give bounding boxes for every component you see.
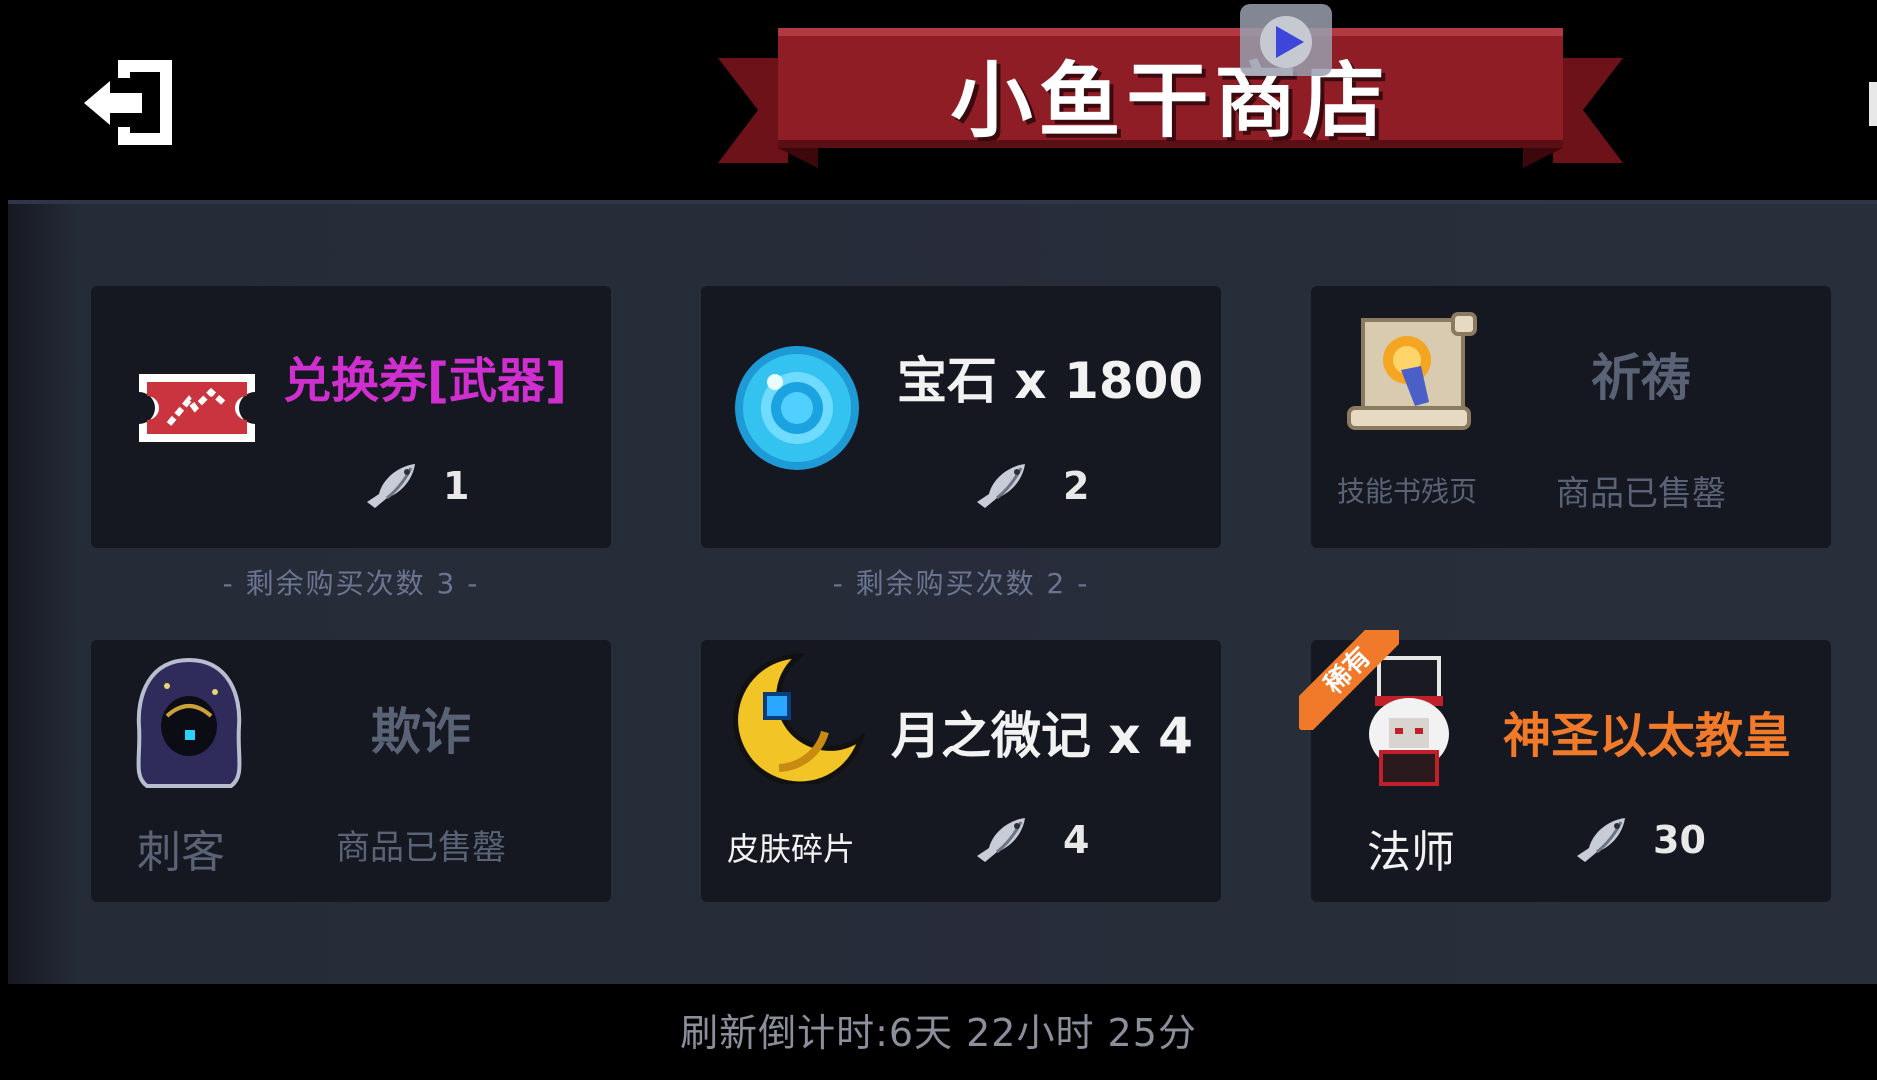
item-title: 月之微记 x 4: [891, 707, 1193, 765]
rare-badge: 稀有: [1299, 630, 1399, 730]
shop-item-weapon-ticket[interactable]: 兑换券[武器] 1: [91, 286, 611, 548]
item-price: 1: [443, 464, 470, 508]
dried-fish-icon: [1577, 818, 1625, 862]
shop-item-moon-shard[interactable]: 月之微记 x 4 皮肤碎片 4: [701, 640, 1221, 902]
remaining-purchases: - 剩余购买次数 3 -: [222, 567, 480, 600]
refresh-countdown: 刷新倒计时:6天 22小时 25分: [680, 1011, 1197, 1055]
exit-door-icon: [84, 60, 172, 145]
weapon-ticket-icon: [139, 374, 255, 442]
dried-fish-icon: [977, 464, 1025, 508]
item-price: 30: [1653, 818, 1706, 862]
shop-panel: 兑换券[武器] 1 - 剩余购买次数 3 - 宝石 x 1800 2 - 剩余购…: [8, 200, 1877, 988]
exit-button[interactable]: [80, 55, 180, 150]
remaining-purchases: - 剩余购买次数 2 -: [832, 567, 1090, 600]
sold-out-status: 商品已售罄: [336, 828, 506, 868]
rare-badge-label: 稀有: [1299, 630, 1399, 730]
crescent-moon-icon: [733, 653, 865, 784]
edge-partial-element: [1869, 82, 1877, 126]
footer-bar: 刷新倒计时:6天 22小时 25分: [0, 984, 1877, 1080]
item-subtitle: 皮肤碎片: [727, 830, 856, 868]
shop-title-banner: 小鱼干商店: [718, 28, 1623, 178]
shop-item-gems[interactable]: 宝石 x 1800 2: [701, 286, 1221, 548]
item-title: 兑换券[武器]: [283, 353, 567, 409]
item-title: 欺诈: [371, 703, 471, 761]
item-title: 祈祷: [1591, 349, 1691, 407]
top-bar: 小鱼干商店: [0, 0, 1877, 198]
blue-gem-icon: [735, 346, 859, 470]
item-title: 神圣以太教皇: [1503, 708, 1792, 764]
sold-out-status: 商品已售罄: [1556, 474, 1726, 514]
shop-item-holy-pope[interactable]: 稀有 神圣以太教皇 法师 30: [1299, 630, 1831, 902]
shop-title: 小鱼干商店: [950, 53, 1391, 149]
shop-item-fraud[interactable]: 欺诈 刺客 商品已售罄: [91, 640, 611, 902]
item-price: 4: [1063, 818, 1090, 862]
item-price: 2: [1063, 464, 1090, 508]
dried-fish-icon: [367, 464, 415, 508]
item-title: 宝石 x 1800: [897, 352, 1204, 410]
dried-fish-icon: [977, 818, 1025, 862]
video-play-icon[interactable]: [1240, 4, 1332, 76]
item-subtitle: 法师: [1367, 827, 1455, 878]
shop-item-prayer[interactable]: 祈祷 技能书残页 商品已售罄: [1311, 286, 1831, 548]
